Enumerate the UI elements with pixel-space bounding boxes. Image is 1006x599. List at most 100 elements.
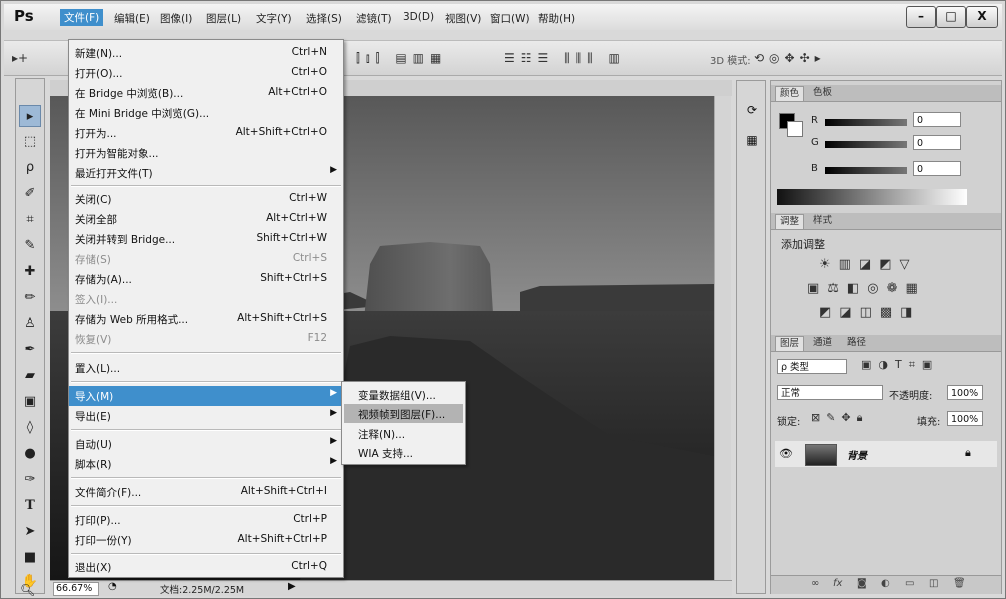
brush-tool-icon[interactable]: ✏ xyxy=(19,287,41,309)
channel-g-slider[interactable] xyxy=(825,141,907,148)
quick-select-tool-icon[interactable]: ✐ xyxy=(19,183,41,205)
dodge-tool-icon[interactable]: ● xyxy=(19,443,41,465)
close-button[interactable]: X xyxy=(966,6,998,28)
channel-g-field[interactable]: 0 xyxy=(913,135,961,150)
tab-adjustments[interactable]: 调整 xyxy=(775,214,805,229)
visibility-eye-icon[interactable]: 👁︎ xyxy=(779,447,793,460)
adjustment-layer-icon[interactable]: ◐ xyxy=(881,578,890,589)
rectangle-tool-icon[interactable]: ■ xyxy=(19,547,41,569)
tab-styles[interactable]: 样式 xyxy=(809,214,836,228)
new-layer-icon[interactable]: ◫ xyxy=(929,578,938,589)
menu-item-browse-bridge[interactable]: 在 Bridge 中浏览(B)... Alt+Ctrl+O xyxy=(69,83,343,103)
lock-icons[interactable]: ⊠✎✥🔒︎ xyxy=(811,411,869,425)
healing-brush-tool-icon[interactable]: ✚ xyxy=(19,261,41,283)
adjustment-icons-row-2[interactable]: ▣⚖◧◎❁▦ xyxy=(807,281,926,296)
path-select-tool-icon[interactable]: ➤ xyxy=(19,521,41,543)
tab-color[interactable]: 颜色 xyxy=(775,86,805,101)
background-color-swatch[interactable] xyxy=(787,121,803,137)
type-tool-icon[interactable]: T xyxy=(19,495,41,517)
menu-item-print-one-copy[interactable]: 打印一份(Y) Alt+Shift+Ctrl+P xyxy=(69,530,343,550)
vertical-scrollbar[interactable] xyxy=(714,96,731,580)
tab-layers[interactable]: 图层 xyxy=(775,336,805,351)
distribute-icons[interactable]: ☰☷☰ ⫼⫼⫼ ▥ xyxy=(504,51,626,66)
menu-item-exit[interactable]: 退出(X) Ctrl+Q xyxy=(69,557,343,577)
history-brush-tool-icon[interactable]: ✒ xyxy=(19,339,41,361)
menu-help[interactable]: 帮助(H) xyxy=(538,11,575,26)
link-layers-icon[interactable]: ∞ xyxy=(811,578,819,589)
menu-file[interactable]: 文件(F) xyxy=(60,9,104,26)
menu-item-print[interactable]: 打印(P)... Ctrl+P xyxy=(69,510,343,530)
delete-layer-icon[interactable]: 🗑︎ xyxy=(953,578,966,589)
menu-window[interactable]: 窗口(W) xyxy=(490,11,530,26)
minimize-button[interactable]: – xyxy=(906,6,936,28)
menu-item-close-go-bridge[interactable]: 关闭并转到 Bridge... Shift+Ctrl+W xyxy=(69,229,343,249)
menu-item-close[interactable]: 关闭(C) Ctrl+W xyxy=(69,189,343,209)
submenu-item-wia-support[interactable]: WIA 支持... xyxy=(344,443,463,462)
menu-item-recent-files[interactable]: 最近打开文件(T) ▶ xyxy=(69,163,343,183)
menu-item-open[interactable]: 打开(O)... Ctrl+O xyxy=(69,63,343,83)
tab-swatches[interactable]: 色板 xyxy=(809,86,836,100)
menu-layer[interactable]: 图层(L) xyxy=(206,11,241,26)
menu-item-close-all[interactable]: 关闭全部 Alt+Ctrl+W xyxy=(69,209,343,229)
menu-type[interactable]: 文字(Y) xyxy=(256,11,292,26)
submenu-item-video-frames-to-layers[interactable]: 视频帧到图层(F)... xyxy=(344,404,463,423)
marquee-tool-icon[interactable]: ⬚ xyxy=(19,131,41,153)
crop-tool-icon[interactable]: ⌗ xyxy=(19,209,41,231)
menu-view[interactable]: 视图(V) xyxy=(445,11,481,26)
maximize-button[interactable]: □ xyxy=(936,6,966,28)
menu-item-file-info[interactable]: 文件简介(F)... Alt+Shift+Ctrl+I xyxy=(69,482,343,502)
status-info-icon[interactable]: ◔ xyxy=(108,581,117,592)
blend-mode-select[interactable]: 正常 xyxy=(777,385,883,400)
3d-mode-icons[interactable]: ⟲◎✥✣▸ xyxy=(754,51,826,65)
submenu-item-notes[interactable]: 注释(N)... xyxy=(344,424,463,443)
gradient-tool-icon[interactable]: ▣ xyxy=(19,391,41,413)
channel-b-field[interactable]: 0 xyxy=(913,161,961,176)
menu-item-save-for-web[interactable]: 存储为 Web 所用格式... Alt+Shift+Ctrl+S xyxy=(69,309,343,329)
move-tool-preset-icon[interactable]: ▸+ xyxy=(12,51,28,65)
layer-filter-icons[interactable]: ▣◑T⌗▣ xyxy=(861,358,939,372)
menu-item-import[interactable]: 导入(M) ▶ xyxy=(69,386,343,406)
history-panel-icon[interactable]: ⟳ xyxy=(743,103,761,121)
color-ramp[interactable] xyxy=(777,189,967,205)
adjustment-icons-row-1[interactable]: ☀▥◪◩▽ xyxy=(819,257,918,272)
clone-stamp-tool-icon[interactable]: ♙ xyxy=(19,313,41,335)
menu-image[interactable]: 图像(I) xyxy=(160,11,192,26)
eraser-tool-icon[interactable]: ▰ xyxy=(19,365,41,387)
status-menu-arrow-icon[interactable]: ▶ xyxy=(288,581,296,592)
channel-b-slider[interactable] xyxy=(825,167,907,174)
pen-tool-icon[interactable]: ✑ xyxy=(19,469,41,491)
menu-item-open-as[interactable]: 打开为... Alt+Shift+Ctrl+O xyxy=(69,123,343,143)
fill-field[interactable]: 100% xyxy=(947,411,983,426)
menu-item-place[interactable]: 置入(L)... xyxy=(69,358,343,378)
align-icons[interactable]: ⫿⫾⫿ ▤▥▦ xyxy=(356,51,447,66)
menu-item-new[interactable]: 新建(N)... Ctrl+N xyxy=(69,43,343,63)
submenu-item-variable-data-sets[interactable]: 变量数据组(V)... xyxy=(344,385,463,404)
tab-paths[interactable]: 路径 xyxy=(843,336,870,350)
menu-filter[interactable]: 滤镜(T) xyxy=(356,11,392,26)
menu-3d[interactable]: 3D(D) xyxy=(403,11,434,23)
eyedropper-tool-icon[interactable]: ✎ xyxy=(19,235,41,257)
menu-item-browse-mini-bridge[interactable]: 在 Mini Bridge 中浏览(G)... xyxy=(69,103,343,123)
menu-item-scripts[interactable]: 脚本(R) ▶ xyxy=(69,454,343,474)
new-group-icon[interactable]: ▭ xyxy=(905,578,914,589)
menu-item-save-as[interactable]: 存储为(A)... Shift+Ctrl+S xyxy=(69,269,343,289)
adjustment-icons-row-3[interactable]: ◩◪◫▩◨ xyxy=(819,305,920,320)
move-tool-icon[interactable]: ▸ xyxy=(19,105,41,127)
zoom-level-field[interactable]: 66.67% xyxy=(53,582,99,596)
lasso-tool-icon[interactable]: ρ xyxy=(19,157,41,179)
layer-row[interactable]: 👁︎ 背景 🔒︎ xyxy=(775,441,997,467)
menu-item-export[interactable]: 导出(E) ▶ xyxy=(69,406,343,426)
zoom-tool-icon[interactable]: 🔍︎ xyxy=(20,583,35,597)
opacity-field[interactable]: 100% xyxy=(947,385,983,400)
menu-edit[interactable]: 编辑(E) xyxy=(114,11,150,26)
properties-panel-icon[interactable]: ▦ xyxy=(743,133,761,151)
menu-item-open-smart-object[interactable]: 打开为智能对象... xyxy=(69,143,343,163)
layer-filter-select[interactable]: ρ 类型 xyxy=(777,359,847,374)
channel-r-slider[interactable] xyxy=(825,119,907,126)
tab-channels[interactable]: 通道 xyxy=(809,336,836,350)
channel-r-field[interactable]: 0 xyxy=(913,112,961,127)
menu-item-automate[interactable]: 自动(U) ▶ xyxy=(69,434,343,454)
layer-style-icon[interactable]: fx xyxy=(833,578,842,589)
blur-tool-icon[interactable]: ◊ xyxy=(19,417,41,439)
menu-select[interactable]: 选择(S) xyxy=(306,11,342,26)
